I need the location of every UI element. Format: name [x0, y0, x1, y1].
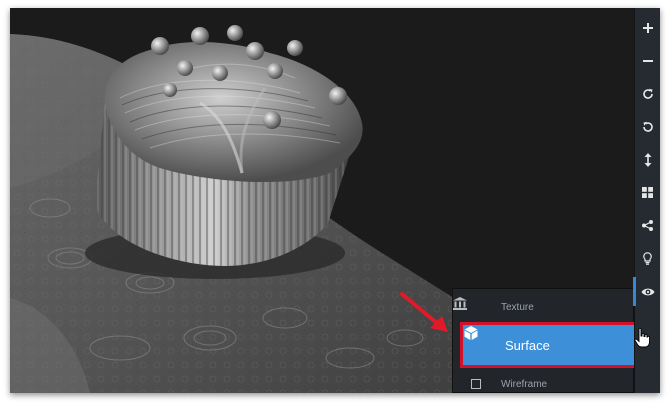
lighting-button[interactable] [635, 242, 661, 275]
rotate-counterclockwise-icon [642, 121, 653, 132]
layout-button[interactable] [635, 176, 661, 209]
lightbulb-icon [643, 252, 652, 265]
share-button[interactable] [635, 209, 661, 242]
render-mode-button[interactable] [632, 275, 661, 308]
app-window: Texture Surface Wireframe [10, 8, 660, 393]
zoom-out-button[interactable] [635, 44, 661, 77]
eye-icon [641, 288, 654, 295]
rotate-clockwise-icon [642, 88, 653, 99]
rotate-counterclockwise-button[interactable] [635, 110, 661, 143]
grid-layout-icon [642, 187, 653, 198]
render-mode-menu: Texture Surface Wireframe [452, 288, 634, 393]
menu-item-texture[interactable]: Texture [453, 297, 634, 317]
menu-item-label: Surface [505, 337, 550, 353]
share-icon [642, 220, 653, 231]
vertical-move-button[interactable] [635, 143, 661, 176]
3d-viewport[interactable]: Texture Surface Wireframe [10, 8, 634, 393]
menu-item-label: Texture [501, 301, 534, 313]
hand-cursor-icon [634, 328, 650, 348]
zoom-out-icon [642, 59, 653, 62]
menu-item-surface[interactable]: Surface [460, 322, 634, 368]
menu-item-wireframe[interactable]: Wireframe [453, 376, 634, 392]
vertical-arrows-icon [644, 152, 651, 167]
zoom-in-button[interactable] [635, 11, 661, 44]
rotate-clockwise-button[interactable] [635, 77, 661, 110]
zoom-in-icon [642, 22, 653, 33]
checkbox-icon[interactable] [461, 379, 491, 389]
annotation-arrow [400, 292, 448, 332]
menu-item-label: Wireframe [501, 378, 548, 390]
